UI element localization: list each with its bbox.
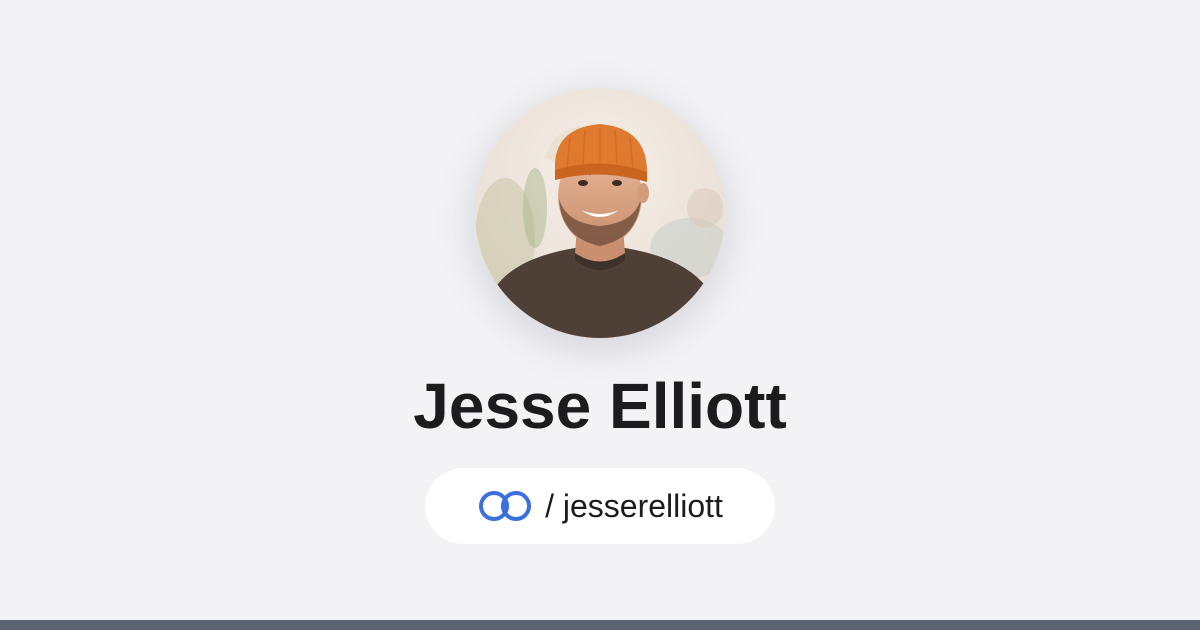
profile-handle-link[interactable]: / jesserelliott [425, 468, 775, 544]
avatar-photo [475, 88, 725, 338]
avatar [475, 88, 725, 338]
profile-name: Jesse Elliott [413, 370, 787, 442]
profile-share-card: Jesse Elliott / jesserelliott [0, 0, 1200, 630]
linked-rings-icon [479, 491, 532, 521]
profile-handle: / jesserelliott [545, 488, 723, 524]
footer-bar [0, 620, 1200, 630]
